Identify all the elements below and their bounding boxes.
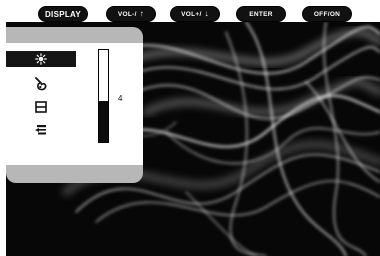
volume-down-label: VOL-/ (117, 10, 137, 18)
menu-item-window[interactable] (6, 99, 76, 115)
osd-menu-body: 4 (6, 43, 143, 165)
arrow-up-icon: ↑ (139, 9, 145, 18)
display-button[interactable]: DISPLAY (38, 6, 88, 22)
osd-menu-panel: 4 (6, 27, 143, 183)
hardware-button-strip: DISPLAY VOL-/ ↑ VOL+/ ↓ ENTER OFF/ON (0, 0, 380, 22)
brightness-sun-icon (35, 53, 47, 65)
display-button-label: DISPLAY (44, 9, 82, 19)
video-input-icon (35, 125, 46, 135)
menu-item-color[interactable] (6, 76, 76, 92)
level-value: 4 (118, 94, 123, 103)
volume-up-button[interactable]: VOL+/ ↓ (170, 6, 220, 22)
arrow-down-icon: ↓ (204, 9, 209, 18)
window-frame-icon (35, 101, 47, 113)
enter-button[interactable]: ENTER (236, 6, 286, 22)
level-bar[interactable] (98, 49, 109, 143)
power-button-label: OFF/ON (313, 10, 341, 18)
volume-down-button[interactable]: VOL-/ ↑ (106, 6, 156, 22)
osd-menu-list (6, 43, 76, 165)
color-palette-icon (35, 77, 47, 91)
power-button[interactable]: OFF/ON (302, 6, 352, 22)
display-screen: 4 (6, 22, 380, 256)
volume-up-label: VOL+/ (181, 10, 202, 18)
menu-item-input[interactable] (6, 122, 76, 138)
menu-item-brightness[interactable] (6, 51, 76, 67)
enter-button-label: ENTER (249, 10, 273, 18)
level-bar-fill (99, 100, 108, 142)
